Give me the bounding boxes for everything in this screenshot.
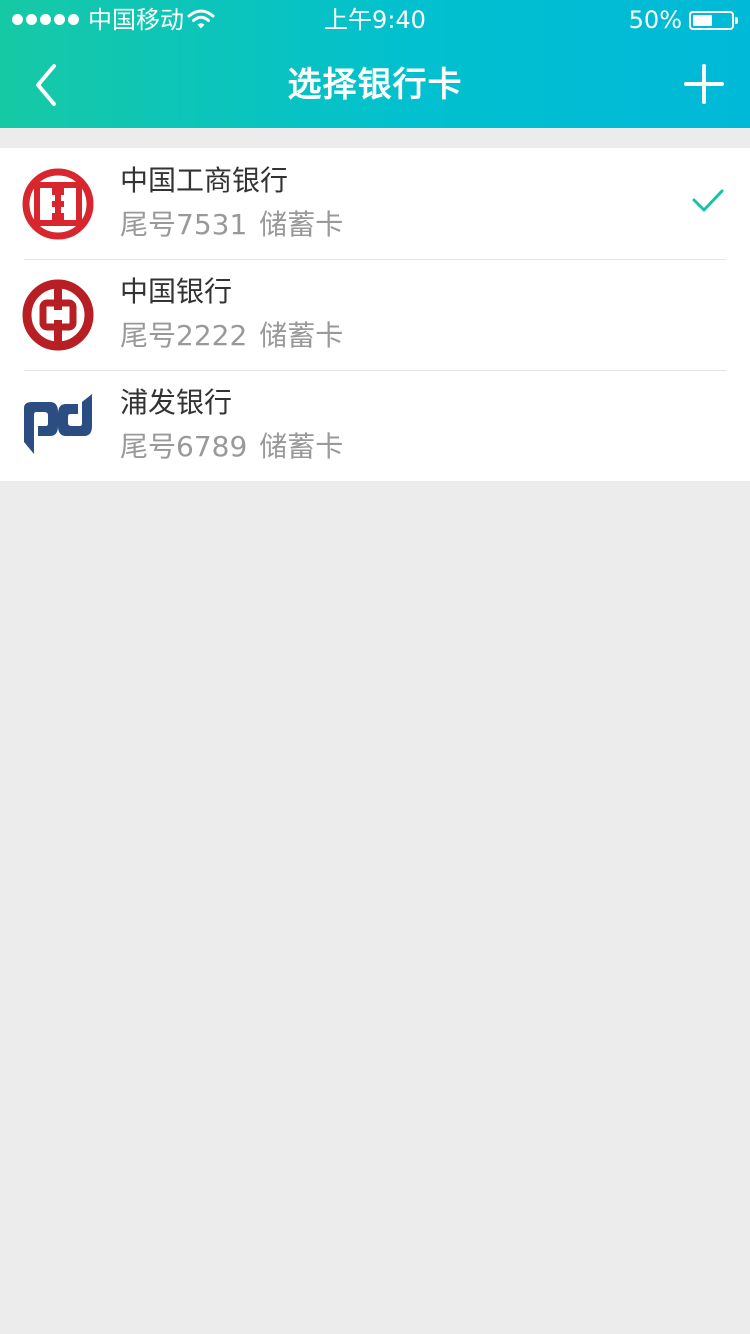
bank-name: 中国银行	[120, 275, 233, 308]
card-meta: 尾号7531 储蓄卡	[120, 206, 343, 244]
status-bar: 中国移动 上午9:40 50%	[0, 0, 750, 40]
bank-name: 浦发银行	[120, 386, 233, 419]
icbc-logo	[22, 168, 94, 240]
spdb-logo	[24, 394, 92, 454]
app-header: 中国移动 上午9:40 50% 选择银行卡	[0, 0, 750, 128]
card-tail-number: 尾号2222	[120, 319, 248, 352]
page-title: 选择银行卡	[287, 65, 463, 105]
boc-logo	[22, 279, 94, 351]
card-meta: 尾号6789 储蓄卡	[120, 428, 343, 466]
card-tail-number: 尾号7531	[120, 208, 248, 241]
add-card-button[interactable]	[684, 64, 724, 104]
check-icon	[692, 189, 724, 212]
card-meta: 尾号2222 储蓄卡	[120, 317, 343, 355]
battery-percent: 50%	[628, 6, 682, 34]
card-item-boc[interactable]: 中国银行 尾号2222 储蓄卡	[0, 259, 750, 370]
card-type: 储蓄卡	[259, 430, 344, 463]
bank-card-list: 中国工商银行 尾号7531 储蓄卡 中国银行 尾号2222 储蓄卡 浦发银行 尾号6…	[0, 148, 750, 481]
card-item-icbc[interactable]: 中国工商银行 尾号7531 储蓄卡	[0, 148, 750, 259]
battery-icon	[689, 11, 738, 30]
card-type: 储蓄卡	[259, 319, 344, 352]
bank-name: 中国工商银行	[120, 164, 289, 197]
card-tail-number: 尾号6789	[120, 430, 248, 463]
card-type: 储蓄卡	[259, 208, 344, 241]
card-item-spdb[interactable]: 浦发银行 尾号6789 储蓄卡	[0, 370, 750, 481]
